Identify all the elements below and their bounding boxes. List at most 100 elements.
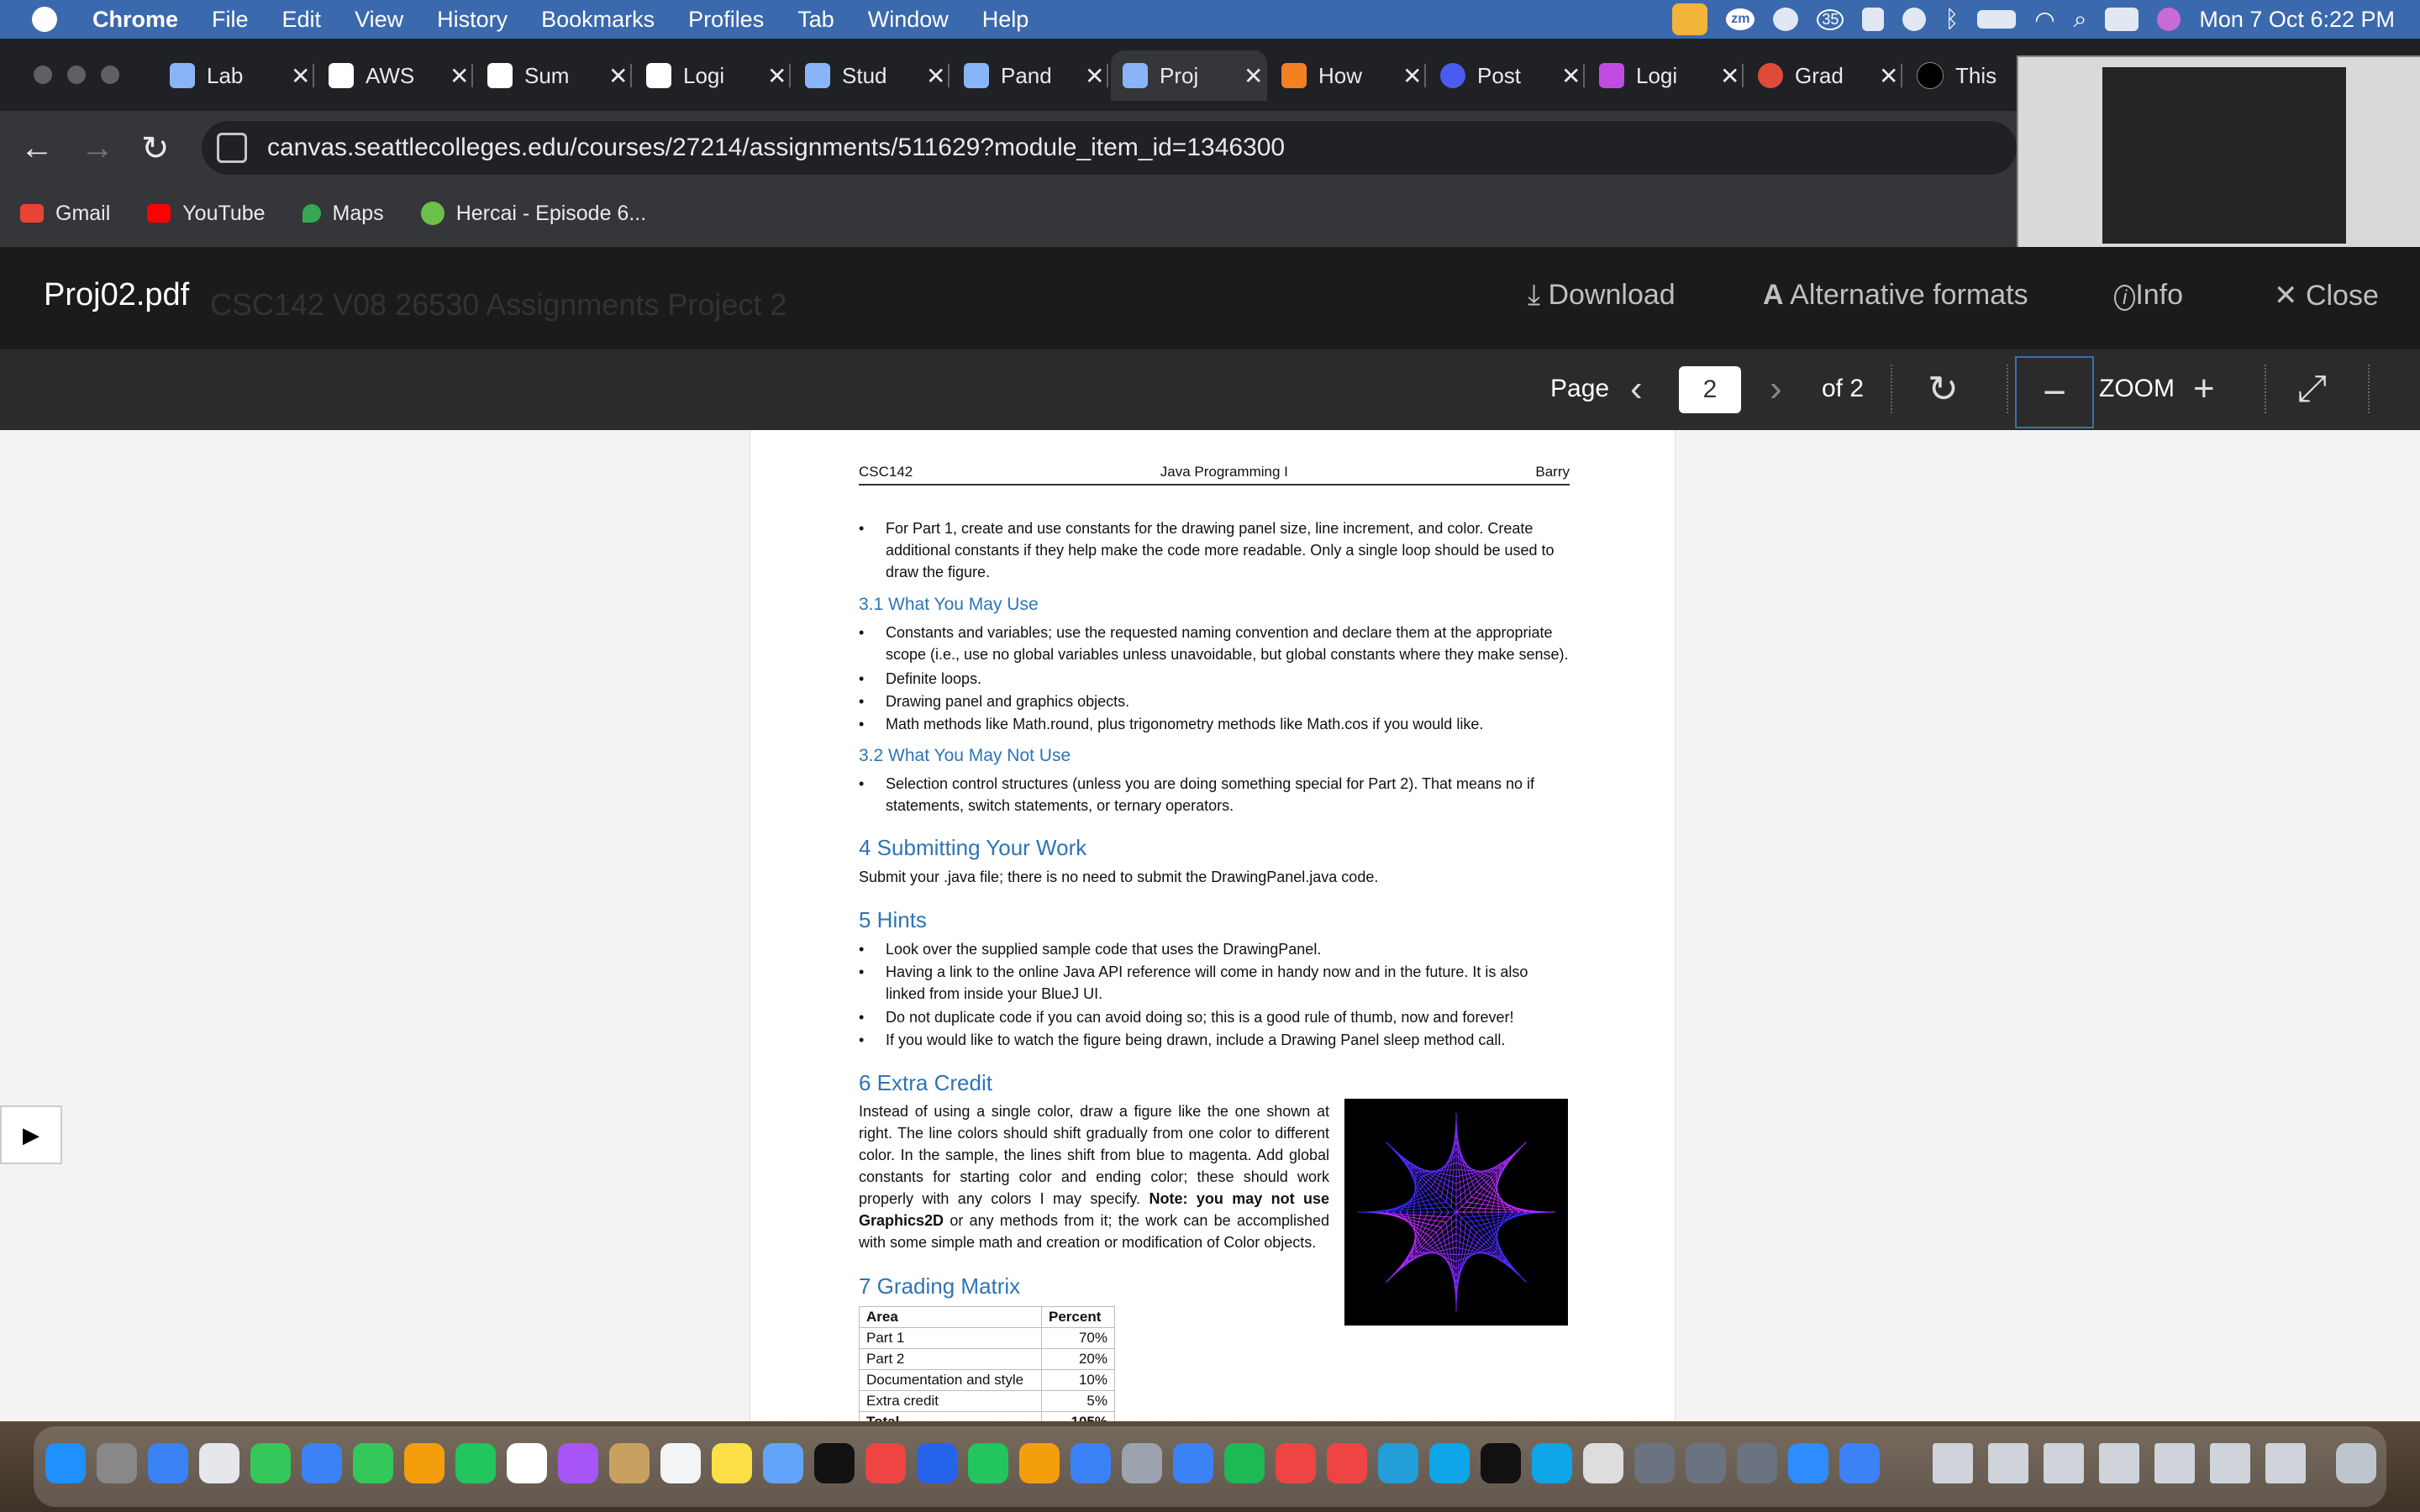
dock-app-icon[interactable] — [1122, 1443, 1162, 1483]
menu-history[interactable]: History — [437, 7, 508, 33]
dock-app-icon[interactable] — [507, 1443, 547, 1483]
dock-app-icon[interactable] — [455, 1443, 496, 1483]
previous-page-icon[interactable]: ‹ — [1630, 368, 1643, 410]
wifi-icon[interactable]: ◠ — [2034, 6, 2054, 34]
siri-icon[interactable] — [2157, 8, 2181, 31]
tab-logi[interactable]: Logi ✕ — [634, 50, 791, 101]
close-icon[interactable]: ✕ — [450, 62, 469, 90]
close-icon[interactable]: ✕ — [1561, 62, 1581, 90]
dock-app-icon[interactable] — [865, 1443, 906, 1483]
dock-app-icon[interactable] — [148, 1443, 188, 1483]
dock-app-icon[interactable] — [1224, 1443, 1265, 1483]
notification-badge[interactable]: 35 — [1817, 8, 1844, 30]
close-icon[interactable]: ✕ — [926, 62, 945, 90]
dock-app-icon[interactable] — [968, 1443, 1008, 1483]
dock-window-thumbnail[interactable] — [2210, 1443, 2250, 1483]
close-icon[interactable]: ✕ — [608, 62, 628, 90]
menu-bookmarks[interactable]: Bookmarks — [541, 7, 655, 33]
dock-app-icon[interactable] — [1686, 1443, 1726, 1483]
bluetooth-icon[interactable]: ᛒ — [1944, 6, 1959, 33]
close-viewer-button[interactable]: ✕ Close — [2274, 279, 2379, 312]
dock-app-icon[interactable] — [1481, 1443, 1521, 1483]
tab-sum[interactable]: Sum ✕ — [476, 50, 632, 101]
microphone-icon[interactable] — [1672, 3, 1708, 35]
dock-app-icon[interactable] — [1429, 1443, 1470, 1483]
tab-pand[interactable]: Pand ✕ — [952, 50, 1108, 101]
dock-app-icon[interactable] — [97, 1443, 137, 1483]
dock-app-icon[interactable] — [1788, 1443, 1828, 1483]
menu-help[interactable]: Help — [982, 7, 1029, 33]
dock-window-thumbnail[interactable] — [2044, 1443, 2084, 1483]
bookmark-hercai[interactable]: Hercai - Episode 6... — [420, 202, 646, 226]
close-icon[interactable]: ✕ — [1402, 62, 1422, 90]
zoom-in-button[interactable]: + — [2193, 368, 2215, 410]
page-number-input[interactable]: 2 — [1679, 366, 1741, 413]
dock-app-icon[interactable] — [712, 1443, 752, 1483]
next-page-icon[interactable]: › — [1770, 368, 1782, 410]
dock-app-icon[interactable] — [609, 1443, 650, 1483]
alternative-formats-button[interactable]: A Alternative formats — [1763, 279, 2028, 312]
url-text[interactable]: canvas.seattlecolleges.edu/courses/27214… — [267, 134, 1285, 162]
forward-arrow-icon[interactable]: → — [81, 129, 114, 167]
address-bar[interactable]: canvas.seattlecolleges.edu/courses/27214… — [202, 121, 2017, 175]
zoom-out-button[interactable]: − — [2015, 356, 2094, 428]
dock-app-icon[interactable] — [1839, 1443, 1880, 1483]
dock-app-icon[interactable] — [1327, 1443, 1367, 1483]
dock-app-icon[interactable] — [1737, 1443, 1777, 1483]
dock-app-icon[interactable] — [1583, 1443, 1623, 1483]
dock-app-icon[interactable] — [199, 1443, 239, 1483]
menu-window[interactable]: Window — [868, 7, 949, 33]
dock-app-icon[interactable] — [1019, 1443, 1060, 1483]
apple-icon[interactable] — [32, 7, 57, 32]
dock-app-icon[interactable] — [404, 1443, 445, 1483]
menu-profiles[interactable]: Profiles — [688, 7, 764, 33]
close-icon[interactable]: ✕ — [767, 62, 786, 90]
rotate-icon[interactable]: ↻ — [1928, 368, 1959, 411]
dock-app-icon[interactable] — [250, 1443, 291, 1483]
dock-app-icon[interactable] — [814, 1443, 855, 1483]
fullscreen-icon[interactable]: ⤢ — [2297, 368, 2327, 410]
tab-post[interactable]: Post ✕ — [1428, 50, 1585, 101]
tab-stud[interactable]: Stud ✕ — [793, 50, 950, 101]
dock-app-icon[interactable] — [1276, 1443, 1316, 1483]
tab-how[interactable]: How ✕ — [1270, 50, 1426, 101]
info-button[interactable]: i Info — [2114, 279, 2183, 312]
dock-window-thumbnail[interactable] — [1988, 1443, 2028, 1483]
tab-proj-active[interactable]: Proj ✕ — [1111, 50, 1267, 101]
dock-app-icon[interactable] — [1634, 1443, 1675, 1483]
close-icon[interactable]: ✕ — [1085, 62, 1104, 90]
close-icon[interactable]: ✕ — [1879, 62, 1898, 90]
dock-app-icon[interactable] — [660, 1443, 701, 1483]
control-center-icon[interactable] — [2105, 8, 2139, 31]
window-close-dot[interactable] — [34, 66, 52, 84]
bookmark-maps[interactable]: Maps — [302, 202, 384, 226]
battery-icon[interactable] — [1977, 10, 2017, 29]
window-zoom-dot[interactable] — [101, 66, 119, 84]
dock-app-icon[interactable] — [1532, 1443, 1572, 1483]
dock-app-icon[interactable] — [45, 1443, 86, 1483]
dock-window-thumbnail[interactable] — [1933, 1443, 1973, 1483]
tab-lab[interactable]: Lab ✕ — [158, 50, 314, 101]
bookmark-gmail[interactable]: Gmail — [20, 202, 110, 226]
dock-app-icon[interactable] — [917, 1443, 957, 1483]
menu-bar-clock[interactable]: Mon 7 Oct 6:22 PM — [2199, 7, 2395, 33]
pdf-viewport[interactable]: CSC142 Java Programming I Barry For Part… — [0, 430, 2420, 1421]
tab-this[interactable]: This — [1905, 50, 2014, 101]
dock-app-icon[interactable] — [763, 1443, 803, 1483]
menu-app-name[interactable]: Chrome — [92, 7, 178, 33]
play-sidebar-button[interactable]: ▶ — [0, 1105, 62, 1164]
tab-aws[interactable]: AWS ✕ — [317, 50, 473, 101]
dock-app-icon[interactable] — [1071, 1443, 1111, 1483]
tab-logi-2[interactable]: Logi ✕ — [1587, 50, 1744, 101]
trash-icon[interactable] — [2336, 1443, 2376, 1483]
bookmark-youtube[interactable]: YouTube — [147, 202, 266, 226]
site-info-icon[interactable] — [217, 133, 247, 163]
menu-edit[interactable]: Edit — [282, 7, 322, 33]
alert-icon[interactable] — [1862, 8, 1885, 31]
dock-app-icon[interactable] — [302, 1443, 342, 1483]
close-icon[interactable]: ✕ — [1720, 62, 1739, 90]
dock-app-icon[interactable] — [558, 1443, 598, 1483]
close-icon[interactable]: ✕ — [291, 62, 310, 90]
menu-view[interactable]: View — [355, 7, 403, 33]
grammarly-icon[interactable] — [1773, 8, 1799, 31]
